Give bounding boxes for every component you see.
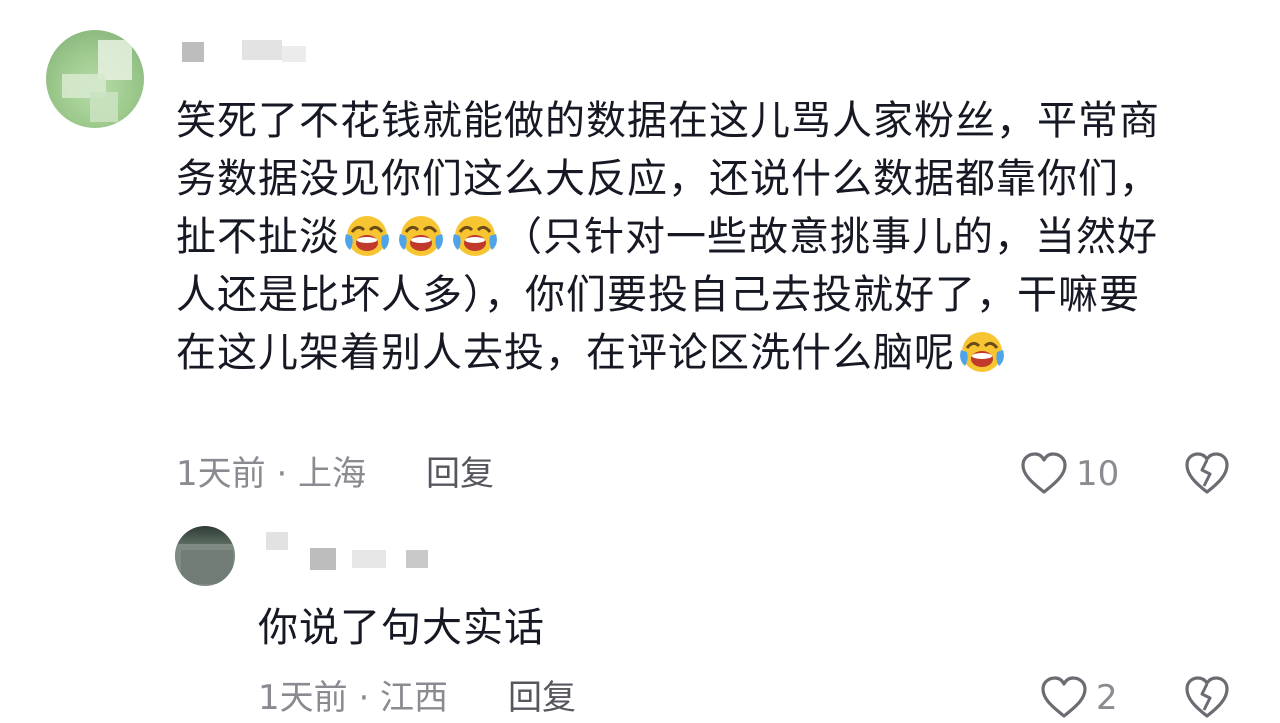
comment-line-5-wrapper: 在这儿架着别人去投，在评论区洗什么脑呢 xyxy=(176,324,1236,382)
laugh-cry-icon xyxy=(960,332,1004,372)
reply-reply-button[interactable]: 回复 xyxy=(508,678,576,718)
like-count: 10 xyxy=(1076,454,1120,494)
comment-line-3b: （只针对一些故意挑事儿的，当然好 xyxy=(502,214,1158,260)
laugh-cry-icon xyxy=(399,216,443,256)
comment-line-5: 在这儿架着别人去投，在评论区洗什么脑呢 xyxy=(176,330,955,376)
reply-text: 你说了句大实话 xyxy=(258,605,545,651)
commenter-username[interactable] xyxy=(182,40,322,64)
comment-text: 笑死了不花钱就能做的数据在这儿骂人家粉丝，平常商 务数据没见你们这么大反应，还说… xyxy=(176,92,1236,382)
reply-like-button[interactable]: 2 xyxy=(1040,674,1120,722)
comment-line-1: 笑死了不花钱就能做的数据在这儿骂人家粉丝，平常商 xyxy=(176,98,1160,144)
comment-line-4: 人还是比坏人多），你们要投自己去投就好了，干嘛要 xyxy=(176,272,1140,318)
dislike-broken-heart-icon[interactable] xyxy=(1184,452,1230,496)
comment-line-3-wrapper: 扯不扯淡 （只针对一些故意挑事儿的，当然好 xyxy=(176,208,1236,266)
reply-like-count: 2 xyxy=(1096,678,1118,718)
heart-icon xyxy=(1021,452,1067,494)
laugh-cry-icon xyxy=(453,216,497,256)
heart-icon xyxy=(1041,676,1087,718)
reply-meta: 1天前 · 江西 xyxy=(258,678,449,718)
reply-button[interactable]: 回复 xyxy=(426,454,494,494)
reply-username[interactable] xyxy=(266,532,436,574)
comment-line-2: 务数据没见你们这么大反应，还说什么数据都靠你们， xyxy=(176,156,1160,202)
commenter-avatar[interactable] xyxy=(46,30,144,128)
comment-meta: 1天前 · 上海 xyxy=(176,454,367,494)
comment-line-3: 扯不扯淡 xyxy=(176,214,340,260)
reply-avatar[interactable] xyxy=(175,526,235,586)
reply-dislike-broken-heart-icon[interactable] xyxy=(1184,676,1230,720)
laugh-cry-icon xyxy=(345,216,389,256)
like-button[interactable]: 10 xyxy=(1020,450,1120,498)
